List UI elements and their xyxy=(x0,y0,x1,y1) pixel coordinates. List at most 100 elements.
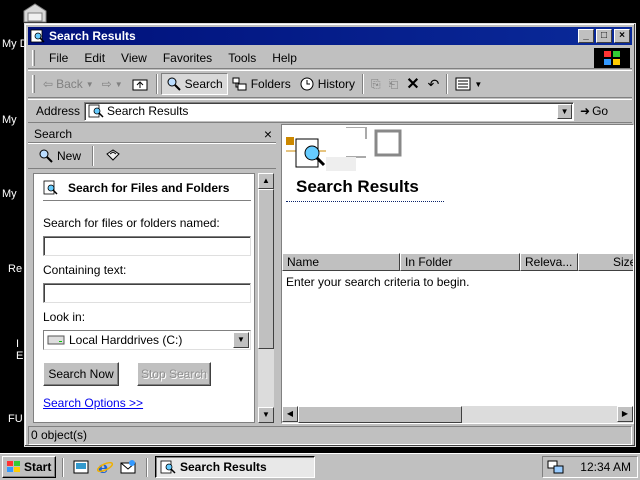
menu-tools[interactable]: Tools xyxy=(220,51,264,65)
column-size[interactable]: Size xyxy=(578,253,633,271)
standard-toolbar: ⇦ Back ▼ ⇨ ▼ Search Folders History ⎘ ⎗ … xyxy=(28,70,632,98)
search-pane-scrollbar[interactable]: ▲ ▼ xyxy=(258,173,274,423)
search-window-icon xyxy=(30,29,45,43)
undo-button[interactable]: ↶ xyxy=(424,73,444,95)
close-button[interactable]: × xyxy=(614,29,630,43)
go-arrow-icon: ➜ xyxy=(580,104,591,118)
search-label: Search xyxy=(184,77,223,91)
move-to-icon: ⎘ xyxy=(371,76,381,91)
address-label: Address xyxy=(36,104,81,118)
search-pane: Search × New Search for Files and Folder… xyxy=(28,125,276,425)
minimize-button[interactable]: _ xyxy=(578,29,594,43)
containing-label: Containing text: xyxy=(43,263,127,277)
copy-to-button[interactable]: ⎗ xyxy=(385,73,403,95)
show-desktop-icon[interactable] xyxy=(72,458,90,476)
new-search-icon xyxy=(39,149,53,163)
results-pane: Search Results Name In Folder Releva... … xyxy=(281,124,634,424)
history-icon xyxy=(300,77,314,91)
taskbar: Start e Search Results 12:34 AM xyxy=(0,453,640,480)
named-label: Search for files or folders named: xyxy=(43,216,220,230)
menu-edit[interactable]: Edit xyxy=(76,51,113,65)
menu-view[interactable]: View xyxy=(113,51,155,65)
named-input[interactable] xyxy=(43,236,251,256)
taskbar-button-search-results[interactable]: Search Results xyxy=(155,456,315,478)
containing-input[interactable] xyxy=(43,283,251,303)
column-in-folder[interactable]: In Folder xyxy=(400,253,520,271)
scroll-up-button[interactable]: ▲ xyxy=(258,173,274,189)
results-hscrollbar[interactable]: ◀ ▶ xyxy=(282,406,633,423)
back-label: Back xyxy=(56,77,83,91)
undo-icon: ↶ xyxy=(427,75,440,92)
scroll-left-button[interactable]: ◀ xyxy=(282,406,298,422)
window-title: Search Results xyxy=(49,29,136,43)
go-label: Go xyxy=(592,104,609,118)
move-to-button[interactable]: ⎘ xyxy=(367,73,385,95)
scroll-down-button[interactable]: ▼ xyxy=(258,407,274,423)
toolbar-grip[interactable] xyxy=(32,75,35,93)
search-button[interactable]: Search xyxy=(160,73,228,95)
title-bar[interactable]: Search Results _ □ × xyxy=(28,27,632,45)
taskbar-separator xyxy=(62,458,64,477)
views-icon xyxy=(455,77,471,91)
system-tray: 12:34 AM xyxy=(542,456,638,478)
desktop-label: My xyxy=(2,188,17,200)
address-input[interactable]: Search Results ▼ xyxy=(84,101,575,121)
lookin-select[interactable]: Local Harddrives (C:) ▼ xyxy=(43,330,251,350)
search-icon xyxy=(167,77,181,91)
stop-search-button[interactable]: Stop Search xyxy=(137,362,211,386)
heading-divider xyxy=(43,200,251,202)
internet-explorer-icon[interactable]: e xyxy=(96,458,114,476)
chevron-down-icon: ▼ xyxy=(85,79,94,89)
search-heading: Search for Files and Folders xyxy=(68,181,230,195)
desktop-label: My D xyxy=(2,38,26,50)
desktop-folder-icon[interactable] xyxy=(22,3,48,23)
maximize-button[interactable]: □ xyxy=(596,29,612,43)
search-pane-header: Search × xyxy=(28,125,276,143)
toolbar-separator xyxy=(446,74,449,94)
results-title-underline xyxy=(286,201,444,202)
delete-button[interactable]: ✕ xyxy=(402,73,423,95)
search-results-icon xyxy=(160,460,176,474)
column-name[interactable]: Name xyxy=(282,253,400,271)
lookin-dropdown-button[interactable]: ▼ xyxy=(233,332,249,348)
search-results-icon xyxy=(88,104,104,118)
network-icon[interactable] xyxy=(547,459,565,475)
up-folder-button[interactable] xyxy=(127,73,153,95)
desktop-label: My xyxy=(2,114,17,126)
go-button[interactable]: ➜ Go xyxy=(580,104,608,118)
up-folder-icon xyxy=(132,79,148,91)
search-assistant-button[interactable] xyxy=(101,145,125,167)
search-options-link[interactable]: Search Options >> xyxy=(43,396,143,410)
scroll-right-button[interactable]: ▶ xyxy=(617,406,633,422)
history-button[interactable]: History xyxy=(295,73,359,95)
menu-help[interactable]: Help xyxy=(264,51,305,65)
start-button[interactable]: Start xyxy=(2,456,56,478)
new-search-button[interactable]: New xyxy=(34,145,85,167)
search-now-button[interactable]: Search Now xyxy=(43,362,119,386)
lookin-value: Local Harddrives (C:) xyxy=(69,333,183,347)
empty-results-message: Enter your search criteria to begin. xyxy=(286,275,470,289)
clock[interactable]: 12:34 AM xyxy=(580,460,631,474)
close-pane-icon[interactable]: × xyxy=(264,126,272,142)
folders-label: Folders xyxy=(250,77,291,91)
back-button[interactable]: ⇦ Back ▼ xyxy=(39,73,98,95)
hscroll-thumb[interactable] xyxy=(298,406,462,423)
menu-favorites[interactable]: Favorites xyxy=(155,51,220,65)
outlook-express-icon[interactable] xyxy=(119,458,137,476)
results-title: Search Results xyxy=(296,177,419,196)
menubar-grip[interactable] xyxy=(32,49,35,66)
forward-button[interactable]: ⇨ ▼ xyxy=(98,73,127,95)
history-label: History xyxy=(317,77,356,91)
address-dropdown-button[interactable]: ▼ xyxy=(557,103,573,119)
search-results-banner-icon xyxy=(286,127,402,171)
windows-logo-icon xyxy=(7,461,20,472)
copy-to-icon: ⎗ xyxy=(388,76,399,91)
folders-button[interactable]: Folders xyxy=(228,73,295,95)
views-button[interactable]: ▼ xyxy=(451,73,486,95)
scroll-thumb[interactable] xyxy=(258,189,274,349)
chevron-down-icon: ▼ xyxy=(474,79,483,89)
menu-file[interactable]: File xyxy=(41,51,76,65)
address-value: Search Results xyxy=(107,104,189,118)
toolbar-separator xyxy=(362,74,365,94)
column-relevance[interactable]: Releva... xyxy=(520,253,578,271)
